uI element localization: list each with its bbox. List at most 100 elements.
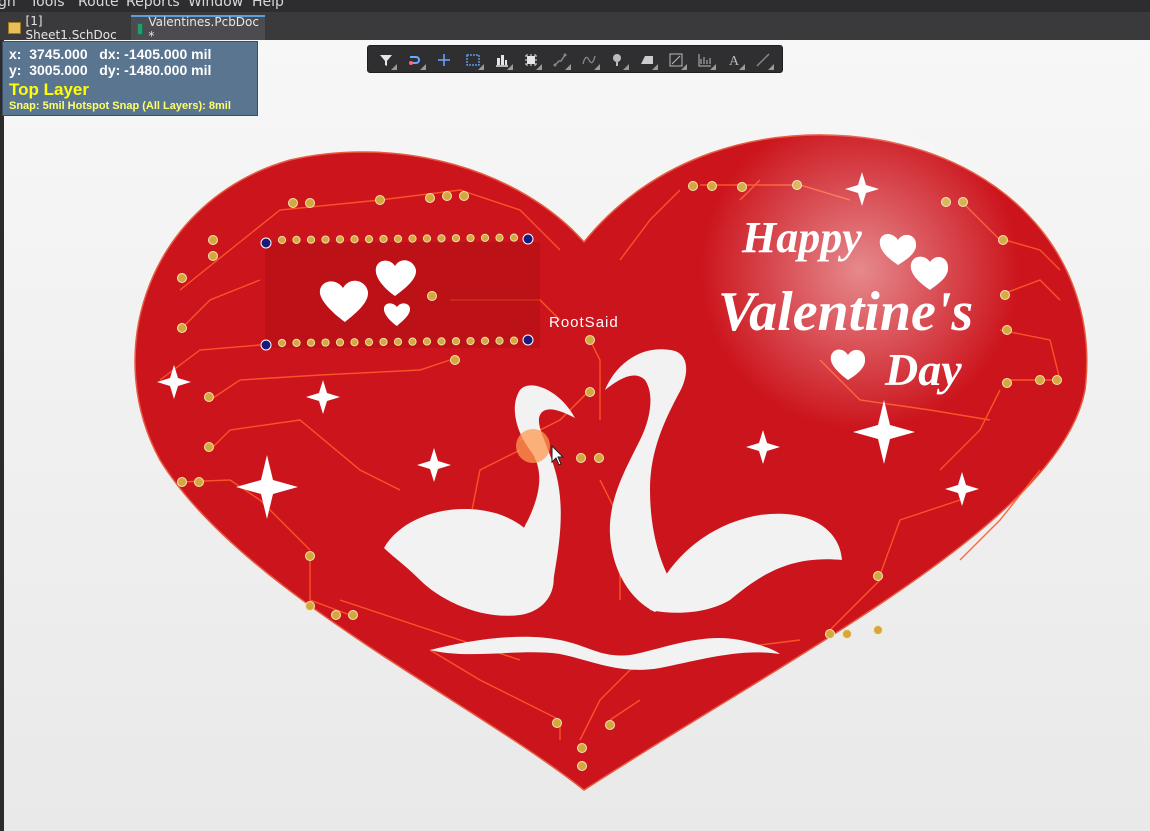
header-pin (408, 337, 417, 346)
via-pad (305, 551, 315, 561)
filter-button[interactable] (373, 49, 399, 71)
header-pin (393, 234, 403, 243)
via-pad (577, 743, 587, 753)
document-tab-bar: [1] Sheet1.SchDoc Valentines.PcbDoc * (0, 12, 1150, 43)
header-pin (306, 338, 316, 347)
align-button[interactable] (489, 49, 515, 71)
header-pin (350, 235, 359, 244)
board-glow (700, 110, 1020, 430)
header-pin (321, 235, 330, 244)
via-pad (577, 761, 587, 771)
header-pin (466, 336, 475, 346)
menu-bar: gn Tools Route Reports Window Help (0, 0, 1150, 12)
via-pad (305, 198, 315, 208)
via-pad (585, 335, 595, 345)
via-pad (842, 629, 852, 639)
header-pin (393, 337, 403, 346)
header-pin (335, 338, 345, 347)
differential-pair-button[interactable] (576, 49, 602, 71)
via-pad (450, 355, 460, 365)
pcb-editor-canvas[interactable]: RootSaid Happy Valentine's Day (4, 40, 1150, 831)
place-line-button[interactable] (750, 49, 776, 71)
via-pad (1002, 378, 1012, 388)
hud-x-coordinate: x: 3745.000 dx: -1405.000 mil (9, 46, 212, 62)
valentines-text: Valentine's (718, 281, 973, 343)
header-pin (408, 234, 417, 243)
schematic-doc-icon (8, 21, 21, 34)
via-pad (375, 195, 385, 205)
select-rectangle-button[interactable] (460, 49, 486, 71)
header-pin (277, 235, 287, 245)
header-pin (495, 233, 504, 242)
via-pad (194, 477, 204, 487)
header-pin (364, 338, 374, 347)
place-string-button[interactable]: A (721, 49, 747, 71)
via-pad (208, 235, 218, 245)
menu-help[interactable]: Help (252, 0, 284, 10)
via-pad (825, 629, 835, 639)
active-bar-toolbar: A (367, 45, 783, 73)
place-via-button[interactable] (605, 49, 631, 71)
via-pad (305, 601, 315, 611)
via-pad (585, 387, 595, 397)
rootsaid-label: RootSaid (549, 314, 619, 331)
header-pin (422, 337, 432, 346)
tab-pcbdoc[interactable]: Valentines.PcbDoc * (131, 14, 265, 43)
tab-pcbdoc-label: Valentines.PcbDoc * (148, 14, 259, 43)
header-pin (422, 234, 432, 243)
tab-schdoc-label: [1] Sheet1.SchDoc (25, 13, 117, 42)
via-pad (688, 181, 698, 191)
via-pad (427, 291, 437, 301)
happy-text: Happy (741, 213, 862, 262)
header-pin (480, 233, 490, 242)
via-pad (288, 198, 298, 208)
header-pin (321, 338, 330, 347)
via-pad (576, 453, 586, 463)
menu-reports[interactable]: Reports (126, 0, 180, 10)
route-net-button[interactable] (547, 49, 573, 71)
via-pad (177, 477, 187, 487)
hud-current-layer: Top Layer (9, 80, 89, 99)
header-pin (364, 235, 374, 244)
place-cross-button[interactable] (431, 49, 457, 71)
tab-schdoc[interactable]: [1] Sheet1.SchDoc (2, 13, 130, 42)
header-pin (277, 338, 287, 348)
via-pad (348, 610, 358, 620)
hud-snap-info: Snap: 5mil Hotspot Snap (All Layers): 8m… (9, 100, 231, 112)
place-component-button[interactable] (518, 49, 544, 71)
menu-tools[interactable]: Tools (30, 0, 65, 10)
header-pin (437, 337, 446, 346)
pcb-board-view[interactable]: RootSaid Happy Valentine's Day (4, 40, 1150, 831)
header-pin (480, 336, 490, 345)
via-pad (204, 392, 214, 402)
via-pad (873, 625, 883, 635)
via-pad (552, 718, 562, 728)
via-pad (425, 193, 435, 203)
header-pin (466, 233, 475, 243)
hud-y-coordinate: y: 3005.000 dy: -1480.000 mil (9, 62, 212, 78)
via-pad (1035, 375, 1045, 385)
region-button[interactable] (663, 49, 689, 71)
via-pad (331, 610, 341, 620)
header-pin (379, 234, 388, 244)
header-pin (451, 337, 461, 346)
via-pad (707, 181, 717, 191)
coordinate-hud: x: 3745.000 dx: -1405.000 mil y: 3005.00… (2, 41, 258, 116)
via-pad (459, 191, 469, 201)
via-pad (442, 191, 452, 201)
header-pin (509, 336, 519, 345)
day-text: Day (884, 344, 962, 395)
menu-window[interactable]: Window (188, 0, 243, 10)
place-fill-button[interactable] (634, 49, 660, 71)
header-pin (350, 338, 359, 347)
menu-route[interactable]: Route (78, 0, 119, 10)
header-pin (379, 337, 388, 347)
header-pin (437, 234, 446, 243)
via-pad (1052, 375, 1062, 385)
graph-button[interactable] (692, 49, 718, 71)
header-pin (292, 338, 301, 347)
header-pin (335, 235, 345, 244)
interactive-route-button[interactable] (402, 49, 428, 71)
header-pin (292, 235, 301, 244)
menu-design[interactable]: gn (0, 0, 16, 10)
